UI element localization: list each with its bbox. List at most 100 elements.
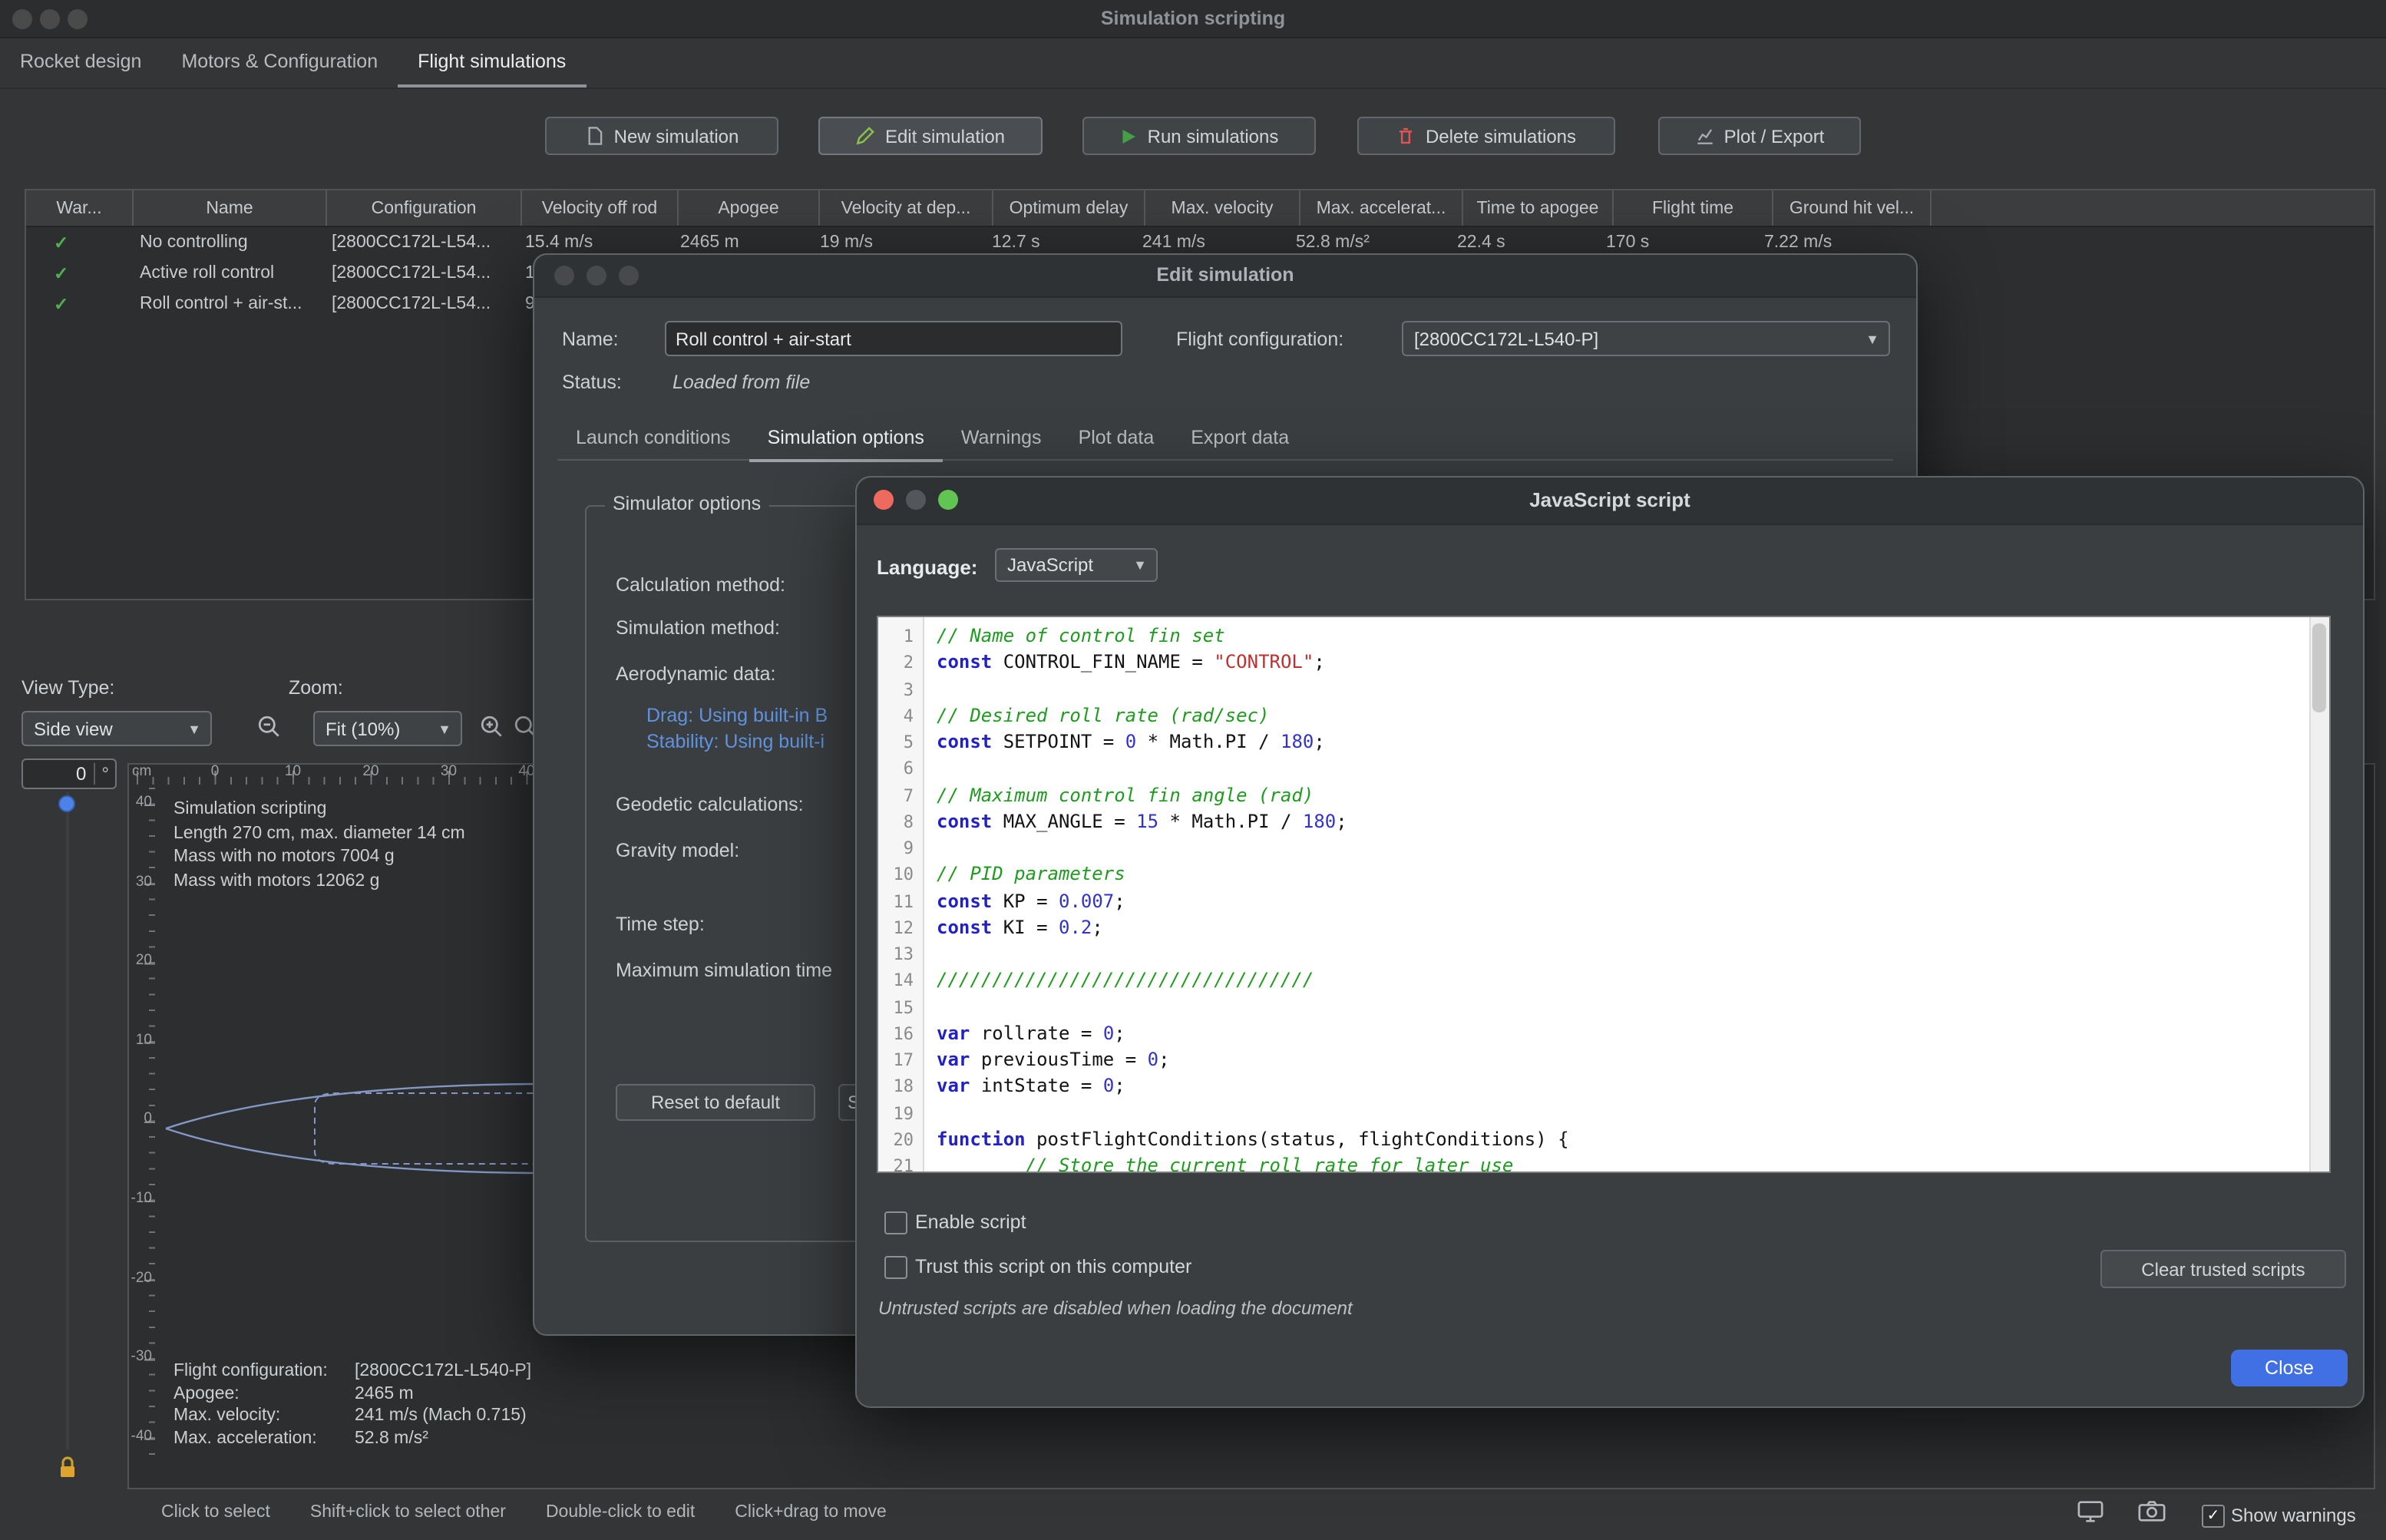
- tab-flight-simulations[interactable]: Flight simulations: [398, 38, 586, 88]
- line-number: 9: [878, 835, 923, 862]
- code-line: [937, 835, 2308, 862]
- status-hint: Click+drag to move: [735, 1503, 887, 1522]
- code-editor[interactable]: 123456789101112131415161718192021 // Nam…: [877, 616, 2331, 1173]
- flight-info-value: [2800CC172L-L540-P]: [355, 1360, 531, 1383]
- clear-trusted-scripts-button[interactable]: Clear trusted scripts: [2100, 1250, 2346, 1288]
- code-token-pl: [1092, 1076, 1102, 1097]
- window-title: Simulation scripting: [0, 0, 2386, 37]
- flight-info-label: Apogee:: [173, 1383, 355, 1405]
- rocket-info-line: Length 270 cm, max. diameter 14 cm: [173, 822, 465, 846]
- tab-rocket-design[interactable]: Rocket design: [0, 38, 161, 88]
- rocket-info: Simulation scriptingLength 270 cm, max. …: [173, 798, 465, 894]
- drag-method-link[interactable]: Drag: Using built-in B: [646, 705, 828, 726]
- flight-info-row: Max. velocity:241 m/s (Mach 0.715): [173, 1405, 531, 1427]
- code-token-pl: ;: [1114, 1023, 1125, 1044]
- tab-warnings[interactable]: Warnings: [943, 416, 1060, 462]
- line-number: 14: [878, 968, 923, 995]
- code-lines[interactable]: // Name of control fin setconst CONTROL_…: [937, 623, 2308, 1173]
- line-number: 3: [878, 676, 923, 703]
- column-header[interactable]: Ground hit vel...: [1773, 190, 1932, 226]
- editor-scrollbar-thumb[interactable]: [2312, 623, 2326, 712]
- code-token-com: // Desired roll rate (rad/sec): [937, 705, 1270, 726]
- column-header[interactable]: Max. accelerat...: [1300, 190, 1463, 226]
- column-header[interactable]: Optimum delay: [993, 190, 1145, 226]
- rotation-field[interactable]: 0 °: [21, 758, 117, 789]
- reset-to-default-button[interactable]: Reset to default: [616, 1084, 815, 1121]
- code-line: const SETPOINT = 0 * Math.PI / 180;: [937, 729, 2308, 756]
- language-dropdown[interactable]: JavaScript▼: [995, 548, 1158, 582]
- code-token-pl: ;: [1314, 731, 1324, 752]
- plot-export-button[interactable]: Plot / Export: [1658, 117, 1861, 155]
- trust-script-checkbox[interactable]: [884, 1256, 907, 1279]
- tab-plot-data[interactable]: Plot data: [1060, 416, 1173, 462]
- code-token-kw: const: [937, 811, 992, 832]
- show-warnings-checkbox[interactable]: ✓: [2202, 1505, 2225, 1528]
- code-token-kw: const: [937, 652, 992, 673]
- line-number: 15: [878, 994, 923, 1021]
- code-token-op: =: [1036, 890, 1047, 911]
- zoom-in-button[interactable]: [476, 711, 508, 743]
- new-simulation-button[interactable]: New simulation: [545, 117, 778, 155]
- display-settings-button[interactable]: [2073, 1495, 2107, 1526]
- screenshot-button[interactable]: [2134, 1495, 2168, 1526]
- table-cell: [2800CC172L-L54...: [324, 227, 517, 258]
- line-number: 2: [878, 650, 923, 677]
- line-number: 13: [878, 941, 923, 968]
- v-ruler-label: 10: [0, 1032, 152, 1049]
- tab-simulation-options[interactable]: Simulation options: [749, 416, 943, 462]
- view-type-dropdown[interactable]: Side view▼: [21, 711, 212, 746]
- zoom-out-button[interactable]: [253, 711, 286, 743]
- column-header[interactable]: War...: [26, 190, 134, 226]
- flight-configuration-dropdown[interactable]: [2800CC172L-L540-P]▼: [1402, 321, 1890, 356]
- flight-info-row: Flight configuration:[2800CC172L-L540-P]: [173, 1360, 531, 1383]
- column-header[interactable]: Apogee: [679, 190, 820, 226]
- line-number: 19: [878, 1100, 923, 1127]
- editor-scrollbar[interactable]: [2309, 617, 2329, 1172]
- untrusted-note: Untrusted scripts are disabled when load…: [878, 1297, 1353, 1319]
- monitor-icon: [2075, 1498, 2104, 1524]
- column-header[interactable]: Configuration: [327, 190, 522, 226]
- line-number: 12: [878, 915, 923, 942]
- line-number: 20: [878, 1127, 923, 1154]
- status-value: Loaded from file: [673, 372, 810, 393]
- tab-motors-configuration[interactable]: Motors & Configuration: [161, 38, 398, 88]
- zoom-in-icon: [479, 714, 505, 740]
- column-header[interactable]: Velocity off rod: [522, 190, 679, 226]
- run-simulations-button[interactable]: Run simulations: [1082, 117, 1316, 155]
- simulation-name-input[interactable]: Roll control + air-start: [665, 321, 1122, 356]
- delete-simulations-button[interactable]: Delete simulations: [1357, 117, 1615, 155]
- code-token-kw: const: [937, 917, 992, 938]
- code-token-op: =: [1125, 1049, 1136, 1070]
- chevron-down-icon: ▼: [187, 721, 201, 736]
- delete-trash-icon: [1396, 126, 1416, 146]
- column-header[interactable]: Name: [134, 190, 327, 226]
- rocket-info-line: Simulation scripting: [173, 798, 465, 822]
- column-header[interactable]: Max. velocity: [1145, 190, 1300, 226]
- close-button[interactable]: Close: [2231, 1350, 2348, 1386]
- line-number: 10: [878, 862, 923, 889]
- simulation-method-label: Simulation method:: [616, 617, 780, 639]
- edit-simulation-button[interactable]: Edit simulation: [818, 117, 1043, 155]
- code-line: [937, 994, 2308, 1021]
- code-token-num: 0.2: [1059, 917, 1092, 938]
- code-token-kw: var: [937, 1076, 970, 1097]
- column-header[interactable]: Velocity at dep...: [820, 190, 993, 226]
- flight-info-value: 52.8 m/s²: [355, 1427, 428, 1449]
- tab-launch-conditions[interactable]: Launch conditions: [557, 416, 749, 462]
- code-token-num: 180: [1281, 731, 1314, 752]
- reset-to-default-label: Reset to default: [651, 1092, 780, 1113]
- column-header[interactable]: Time to apogee: [1463, 190, 1614, 226]
- lock-icon[interactable]: [55, 1454, 80, 1480]
- zoom-dropdown[interactable]: Fit (10%)▼: [313, 711, 462, 746]
- column-header[interactable]: Flight time: [1614, 190, 1773, 226]
- clear-trusted-scripts-label: Clear trusted scripts: [2141, 1258, 2305, 1280]
- code-line: function postFlightConditions(status, fl…: [937, 1127, 2308, 1154]
- h-ruler-label: 0: [211, 763, 220, 780]
- enable-script-checkbox[interactable]: [884, 1211, 907, 1234]
- tab-export-data[interactable]: Export data: [1172, 416, 1307, 462]
- stability-method-link[interactable]: Stability: Using built-i: [646, 731, 825, 752]
- status-label: Status:: [562, 372, 622, 393]
- code-token-num: 15: [1136, 811, 1158, 832]
- code-token-pl: ;: [1158, 1049, 1169, 1070]
- time-step-label: Time step:: [616, 914, 705, 935]
